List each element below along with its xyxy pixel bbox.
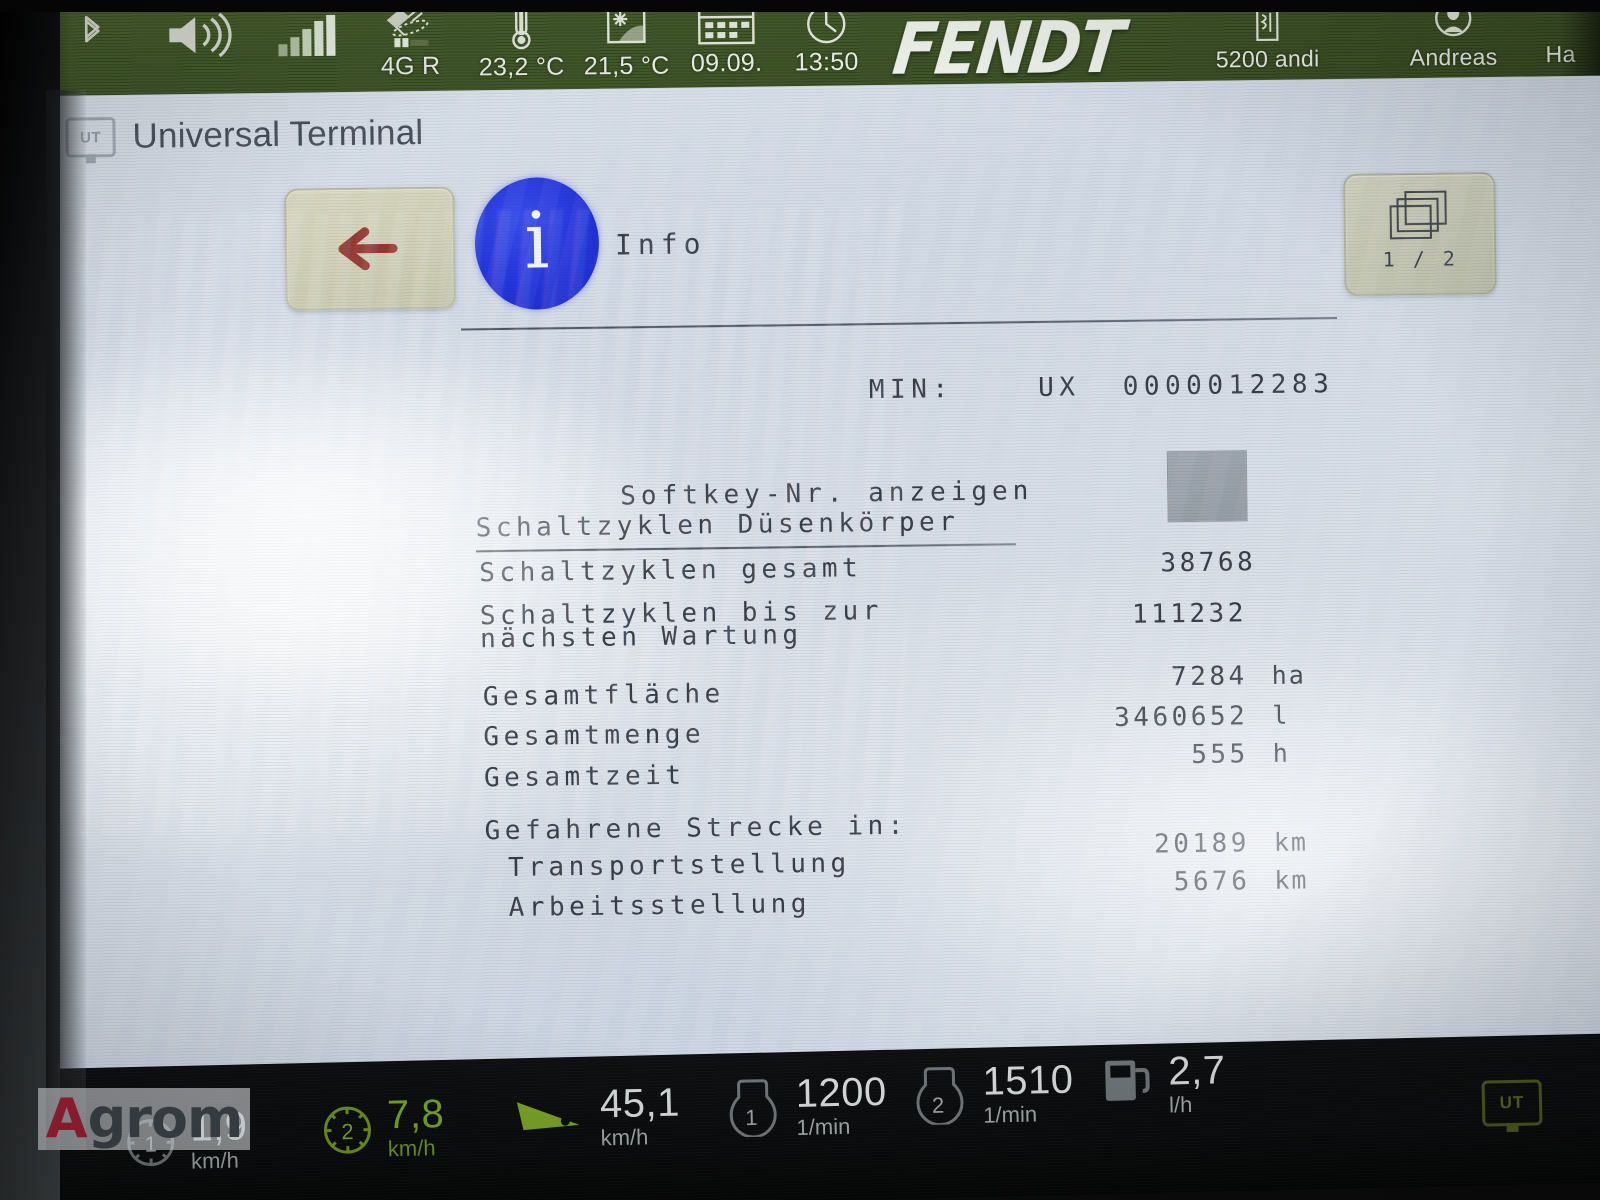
vehicle-metric-unit: km/h (387, 1135, 436, 1162)
vehicle-metric-text: 2,7 l/h (1167, 1048, 1227, 1118)
row-label: Arbeitsstellung (508, 888, 812, 923)
vehicle-metric-value: 7,8 (386, 1091, 445, 1138)
distance-heading: Gefahrene Strecke in: (484, 810, 909, 847)
softkey-number-label: Softkey-Nr. anzeigen (620, 476, 1034, 512)
vehicle-metric-unit: l/h (1168, 1091, 1193, 1118)
vehicle-metric-value: 45,1 (599, 1080, 681, 1127)
radar-speed-icon (516, 1102, 580, 1131)
row-unit: h (1272, 738, 1290, 768)
row-value: 7284 (1170, 661, 1248, 693)
ut-bottom-badge-icon[interactable]: UT (1481, 1079, 1543, 1127)
vehicle-metric-unit: 1/min (796, 1113, 851, 1140)
vehicle-metric-unit: km/h (190, 1147, 240, 1174)
vehicle-metric-text: 1510 1/min (982, 1057, 1074, 1128)
vehicle-metric-fuel-rate[interactable]: 2,7 l/h (1097, 1048, 1227, 1118)
row-value: 3460652 (1113, 701, 1249, 733)
row-value: 38768 (1160, 547, 1257, 579)
row-label-line2: nächsten Wartung (479, 620, 803, 655)
agrom-watermark: Agrom (38, 1088, 250, 1150)
svg-text:2: 2 (932, 1093, 945, 1118)
statusbar-cabin-temp-value: 21,5 °C (583, 51, 670, 81)
svg-text:2: 2 (341, 1119, 354, 1144)
pto-1-icon: 1 (729, 1079, 777, 1138)
page-indicator-label: 1 / 2 (1382, 246, 1459, 272)
bluetooth-icon (84, 15, 100, 43)
back-button[interactable] (284, 186, 456, 311)
vehicle-metric-text: 1200 1/min (795, 1069, 888, 1140)
vehicle-metric-value: 1510 (982, 1057, 1074, 1104)
statusbar-item-bluetooth[interactable] (62, 11, 122, 60)
info-icon: i (474, 176, 600, 311)
arrow-left-icon (338, 227, 398, 271)
fendt-logo: FENDT (888, 6, 1126, 92)
statusbar-machine-label: 5200 andi (1215, 45, 1320, 73)
vehicle-metric-pto-1[interactable]: 1 1200 1/min (718, 1069, 888, 1141)
statusbar-time-value: 13:50 (794, 47, 859, 77)
row-unit: km (1274, 865, 1309, 895)
statusbar-item-cabin-temp[interactable]: 21,5 °C (572, 1, 681, 81)
svg-text:1: 1 (745, 1105, 758, 1130)
row-value: 5676 (1173, 866, 1251, 898)
vehicle-metric-text: 7,8 km/h (386, 1091, 446, 1162)
vehicle-metric-unit: 1/min (982, 1101, 1038, 1128)
vehicle-metric-text: 45,1 km/h (599, 1080, 681, 1151)
row-unit: l (1272, 700, 1290, 730)
wheel-speed-2-icon: 2 (323, 1106, 371, 1154)
statusbar-item-date[interactable]: 09.09. (672, 1, 781, 79)
header-divider (461, 317, 1338, 331)
vehicle-metric-value: 1200 (795, 1069, 888, 1116)
row-value: 555 (1191, 739, 1249, 770)
statusbar-date-value: 09.09. (690, 48, 763, 78)
row-value: 20189 (1153, 828, 1251, 860)
row-unit: km (1273, 827, 1309, 857)
ut-bottom-badge-label: UT (1499, 1092, 1525, 1113)
section-divider (475, 543, 1016, 553)
row-label: Transportstellung (507, 848, 851, 883)
vehicle-metric-value: 2,7 (1167, 1048, 1226, 1094)
info-label: Info (614, 227, 707, 262)
pto-2-icon: 2 (916, 1066, 964, 1126)
device-bezel-top (0, 0, 1600, 12)
statusbar-item-volume[interactable] (155, 12, 245, 59)
vehicle-metric-pto-2[interactable]: 2 1510 1/min (905, 1057, 1074, 1129)
section-title: Schaltzyklen Düsenkörper (475, 507, 960, 544)
statusbar-user-label: Andreas (1409, 43, 1498, 71)
statusbar-item-outside-temp[interactable]: 23,2 °C (466, 2, 577, 82)
stacked-pages-icon (1389, 190, 1447, 240)
watermark-first-letter: A (45, 1087, 88, 1150)
photo-frame: 4G R 23,2 °C 21,5 °C 09.09. 13:50 FENDT … (0, 0, 1600, 1200)
row-label: Gesamtmenge (483, 719, 706, 753)
signal-bars-icon (278, 14, 336, 57)
page-title: Universal Terminal (132, 112, 424, 156)
statusbar-item-signal[interactable] (272, 14, 342, 58)
row-label: Gesamtfläche (482, 679, 725, 713)
ut-screen: UT Universal Terminal i Info 1 / 2 MIN: … (40, 75, 1600, 1096)
vehicle-metric-radar-speed[interactable]: 45,1 km/h (513, 1080, 681, 1152)
row-label: Schaltzyklen gesamt (479, 553, 863, 589)
vehicle-metric-wheel-speed-2[interactable]: 2 7,8 km/h (316, 1091, 446, 1162)
min-ux-line: MIN: UX 0000012283 (868, 369, 1335, 406)
fuel-pump-icon (1105, 1060, 1150, 1101)
statusbar-outside-temp-value: 23,2 °C (478, 52, 565, 82)
statusbar-item-gps[interactable]: 4G R (362, 4, 459, 82)
page-switch-button[interactable]: 1 / 2 (1343, 171, 1497, 296)
volume-icon (169, 12, 232, 58)
softkey-number-toggle[interactable] (1166, 450, 1248, 523)
row-label: Gesamtzeit (483, 760, 686, 794)
row-value: 111232 (1131, 598, 1248, 630)
watermark-rest: grom (87, 1087, 244, 1150)
device-bezel-shadow (46, 90, 86, 1150)
row-unit: ha (1271, 660, 1306, 690)
info-glyph: i (523, 195, 550, 287)
vehicle-metric-unit: km/h (600, 1124, 649, 1151)
statusbar-gps-value: 4G R (380, 51, 441, 81)
app-title-row: UT Universal Terminal (65, 112, 424, 158)
